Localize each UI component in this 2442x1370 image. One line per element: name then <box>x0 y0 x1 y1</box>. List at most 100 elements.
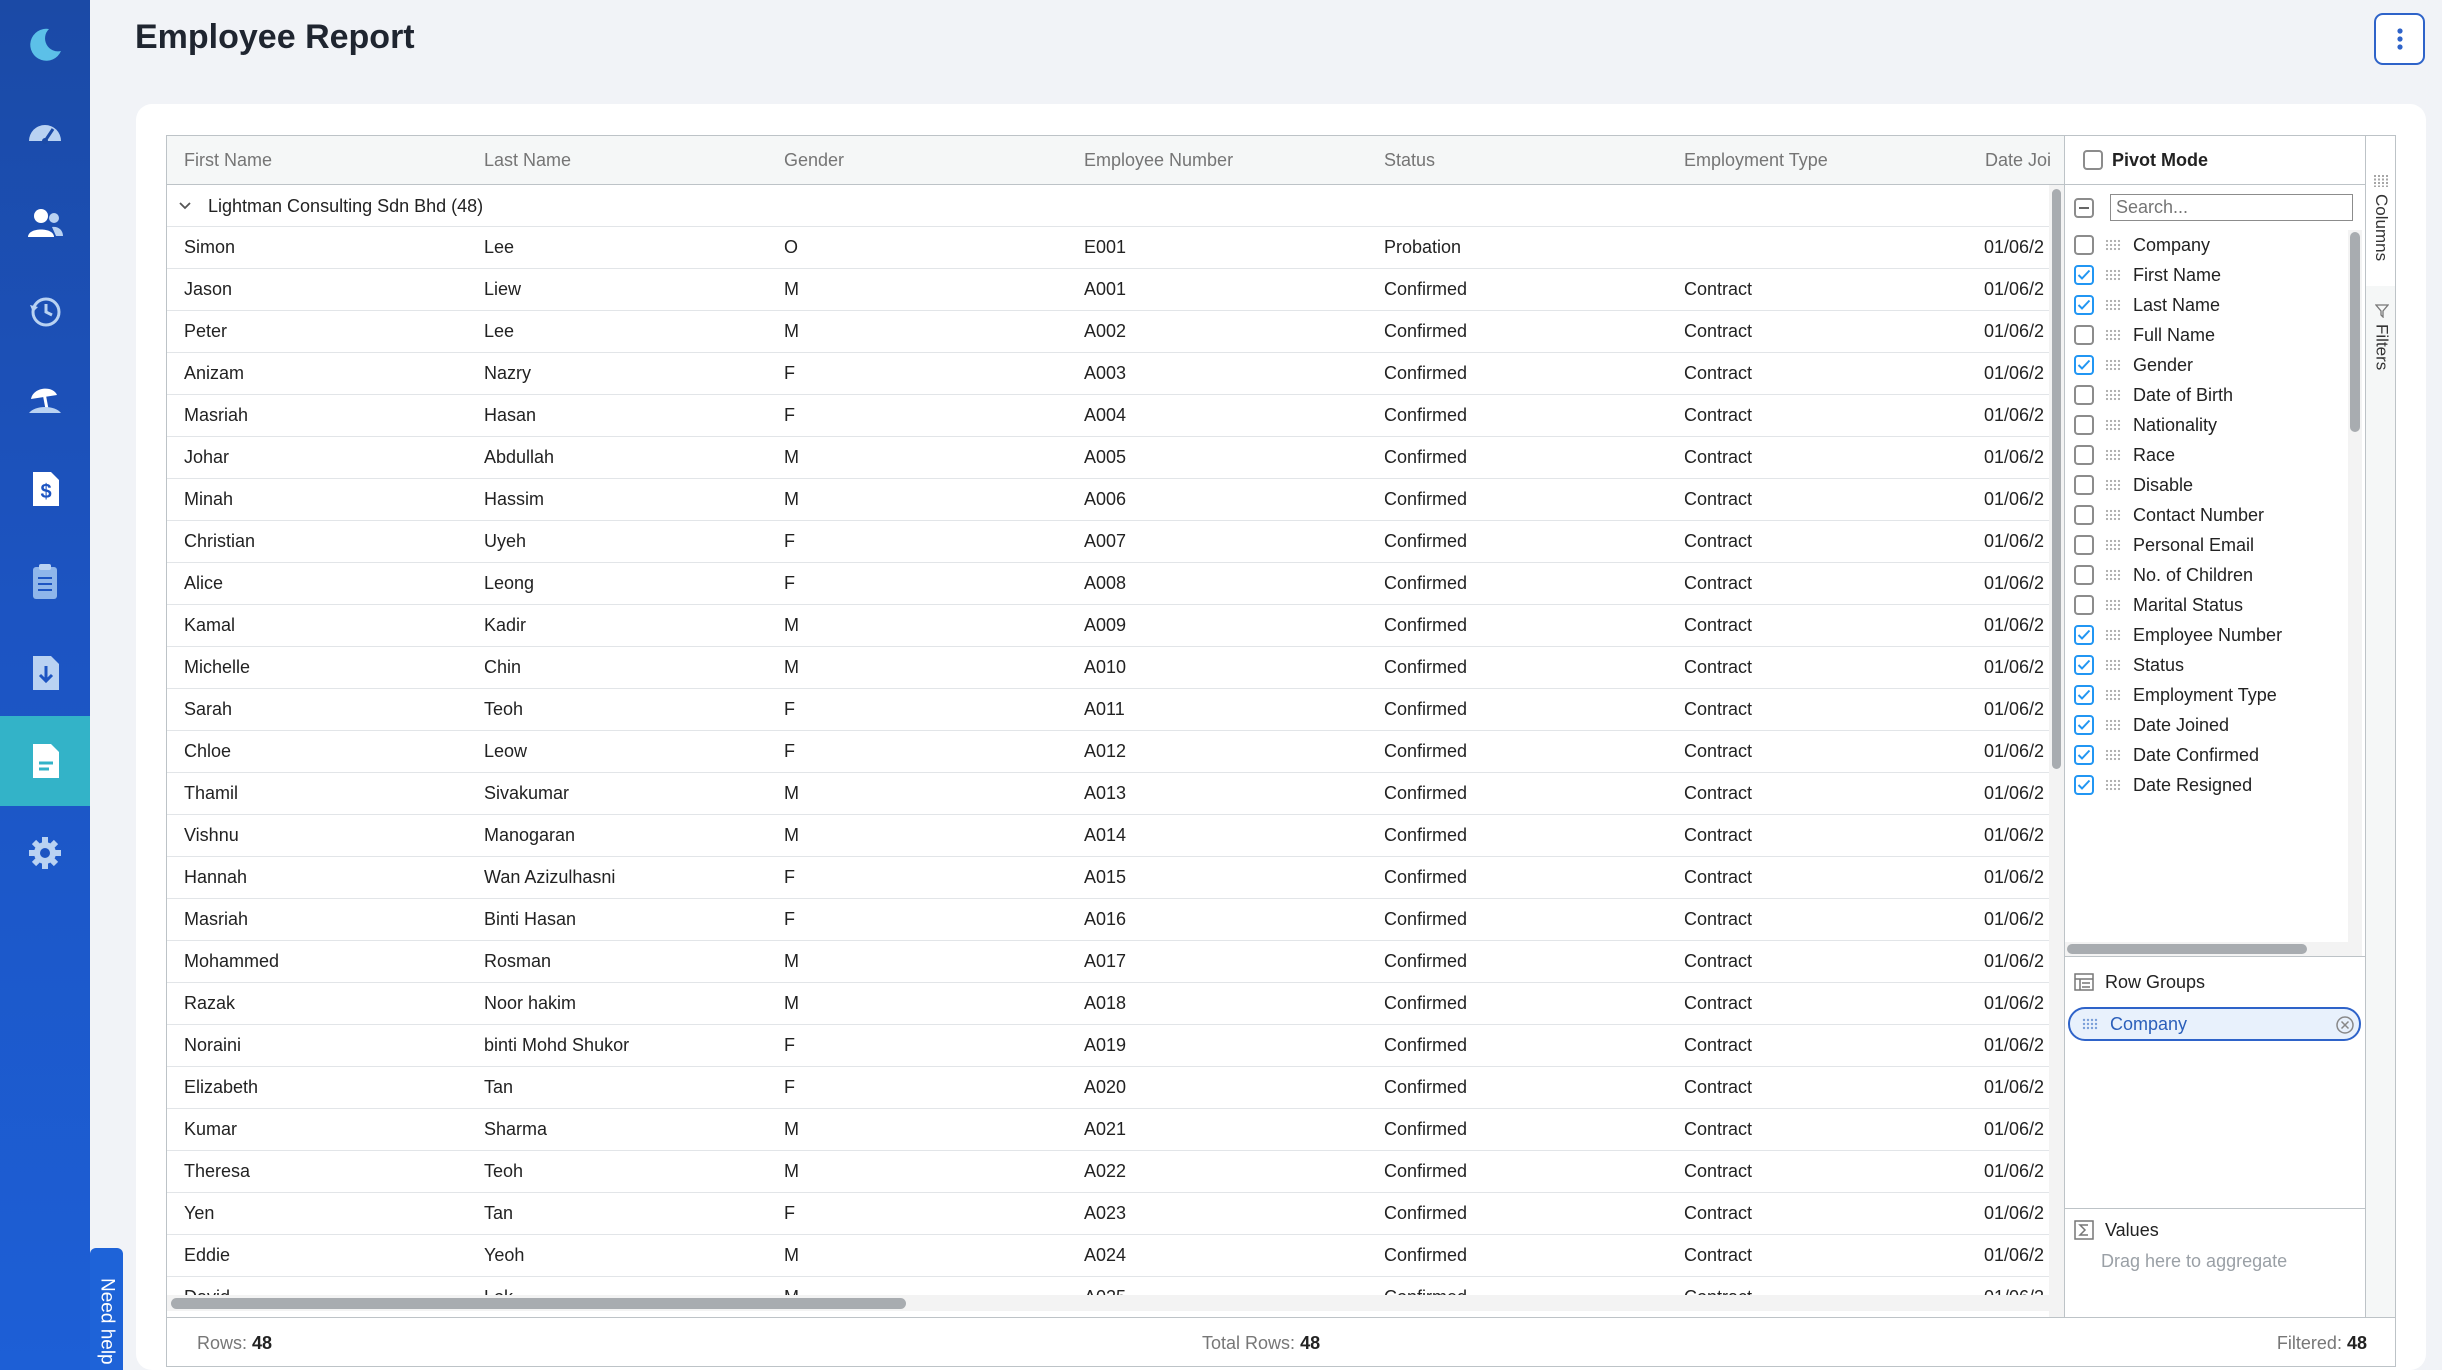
drag-handle-icon[interactable] <box>2082 1017 2098 1031</box>
drag-handle-icon[interactable] <box>2105 325 2121 346</box>
group-row-company[interactable]: Lightman Consulting Sdn Bhd (48) <box>167 185 2049 227</box>
checkbox-unchecked[interactable] <box>2074 445 2094 465</box>
cell-date-joined[interactable]: 01/06/2 <box>1984 815 2049 856</box>
cell-employee-number[interactable]: A004 <box>1084 395 1364 436</box>
cell-employee-number[interactable]: A021 <box>1084 1109 1364 1150</box>
cell-last-name[interactable]: Sivakumar <box>484 773 764 814</box>
cell-employment-type[interactable]: Contract <box>1684 269 1964 310</box>
cell-date-joined[interactable]: 01/06/2 <box>1984 311 2049 352</box>
cell-employee-number[interactable]: A017 <box>1084 941 1364 982</box>
sidebar-item-payroll[interactable]: $ <box>0 444 90 534</box>
column-toggle-item[interactable]: Date Joined <box>2065 710 2348 740</box>
column-list-horizontal-scrollbar[interactable] <box>2065 942 2362 956</box>
cell-employee-number[interactable]: A009 <box>1084 605 1364 646</box>
cell-last-name[interactable]: Binti Hasan <box>484 899 764 940</box>
table-row[interactable]: Peter Lee M A002 Confirmed Contract 01/06/2 <box>167 311 2049 353</box>
cell-status[interactable]: Confirmed <box>1384 647 1664 688</box>
table-row[interactable]: Vishnu Manogaran M A014 Confirmed Contract 01/… <box>167 815 2049 857</box>
cell-status[interactable]: Confirmed <box>1384 563 1664 604</box>
cell-first-name[interactable]: Mohammed <box>184 941 464 982</box>
need-help-tab[interactable]: Need help <box>90 1248 123 1370</box>
checkbox-checked[interactable] <box>2074 295 2094 315</box>
drag-handle-icon[interactable] <box>2105 715 2121 736</box>
table-row[interactable]: Mohammed Rosman M A017 Confirmed Contract 01/0… <box>167 941 2049 983</box>
checkbox-checked[interactable] <box>2074 655 2094 675</box>
cell-employee-number[interactable]: A020 <box>1084 1067 1364 1108</box>
cell-first-name[interactable]: Chloe <box>184 731 464 772</box>
cell-employee-number[interactable]: A015 <box>1084 857 1364 898</box>
cell-employee-number[interactable]: A003 <box>1084 353 1364 394</box>
cell-status[interactable]: Confirmed <box>1384 1025 1664 1066</box>
table-row[interactable]: Noraini binti Mohd Shukor F A019 Confirmed Co… <box>167 1025 2049 1067</box>
cell-gender[interactable]: F <box>784 353 1064 394</box>
cell-date-joined[interactable]: 01/06/2 <box>1984 479 2049 520</box>
cell-last-name[interactable]: Leong <box>484 563 764 604</box>
checkbox-unchecked[interactable] <box>2074 565 2094 585</box>
column-toggle-item[interactable]: Marital Status <box>2065 590 2348 620</box>
tab-filters[interactable]: Filters <box>2366 304 2395 414</box>
checkbox-unchecked[interactable] <box>2074 385 2094 405</box>
cell-date-joined[interactable]: 01/06/2 <box>1984 521 2049 562</box>
cell-gender[interactable]: M <box>784 1235 1064 1276</box>
cell-last-name[interactable]: Tan <box>484 1193 764 1234</box>
cell-first-name[interactable]: Sarah <box>184 689 464 730</box>
cell-status[interactable]: Confirmed <box>1384 731 1664 772</box>
cell-employment-type[interactable]: Contract <box>1684 479 1964 520</box>
sidebar-item-settings[interactable] <box>0 808 90 898</box>
cell-employee-number[interactable]: A018 <box>1084 983 1364 1024</box>
cell-date-joined[interactable]: 01/06/2 <box>1984 689 2049 730</box>
table-row[interactable]: Hannah Wan Azizulhasni F A015 Confirmed Contr… <box>167 857 2049 899</box>
sidebar-item-employees[interactable] <box>0 178 90 268</box>
cell-employee-number[interactable]: A016 <box>1084 899 1364 940</box>
sidebar-item-documents[interactable] <box>0 628 90 718</box>
drag-handle-icon[interactable] <box>2105 685 2121 706</box>
cell-gender[interactable]: F <box>784 1067 1064 1108</box>
cell-status[interactable]: Confirmed <box>1384 941 1664 982</box>
cell-date-joined[interactable]: 01/06/2 <box>1984 605 2049 646</box>
cell-first-name[interactable]: Theresa <box>184 1151 464 1192</box>
cell-gender[interactable]: F <box>784 1193 1064 1234</box>
cell-employee-number[interactable]: A022 <box>1084 1151 1364 1192</box>
cell-gender[interactable]: M <box>784 269 1064 310</box>
sidebar-item-reports[interactable] <box>0 716 90 806</box>
pivot-mode-checkbox[interactable] <box>2083 150 2103 170</box>
cell-date-joined[interactable]: 01/06/2 <box>1984 1151 2049 1192</box>
cell-employment-type[interactable]: Contract <box>1684 563 1964 604</box>
cell-employment-type[interactable]: Contract <box>1684 815 1964 856</box>
cell-first-name[interactable]: Yen <box>184 1193 464 1234</box>
drag-handle-icon[interactable] <box>2105 535 2121 556</box>
cell-first-name[interactable]: Vishnu <box>184 815 464 856</box>
cell-first-name[interactable]: Christian <box>184 521 464 562</box>
cell-gender[interactable]: M <box>784 479 1064 520</box>
table-row[interactable]: Johar Abdullah M A005 Confirmed Contract 01/06… <box>167 437 2049 479</box>
select-all-columns-checkbox[interactable] <box>2074 197 2094 218</box>
cell-gender[interactable]: M <box>784 605 1064 646</box>
cell-first-name[interactable]: Kamal <box>184 605 464 646</box>
cell-first-name[interactable]: Minah <box>184 479 464 520</box>
cell-date-joined[interactable]: 01/06/2 <box>1984 227 2049 268</box>
cell-employee-number[interactable]: A013 <box>1084 773 1364 814</box>
cell-gender[interactable]: M <box>784 1109 1064 1150</box>
checkbox-unchecked[interactable] <box>2074 325 2094 345</box>
cell-date-joined[interactable]: 01/06/2 <box>1984 353 2049 394</box>
drag-handle-icon[interactable] <box>2105 505 2121 526</box>
table-row[interactable]: Chloe Leow F A012 Confirmed Contract 01/06/2 <box>167 731 2049 773</box>
column-header-employee-number[interactable]: Employee Number <box>1084 136 1364 185</box>
column-toggle-item[interactable]: Personal Email <box>2065 530 2348 560</box>
drag-handle-icon[interactable] <box>2105 265 2121 286</box>
sidebar-item-leave[interactable] <box>0 354 90 444</box>
column-header-last-name[interactable]: Last Name <box>484 136 764 185</box>
cell-employment-type[interactable]: Contract <box>1684 773 1964 814</box>
cell-last-name[interactable]: Yeoh <box>484 1235 764 1276</box>
cell-status[interactable]: Confirmed <box>1384 395 1664 436</box>
drag-handle-icon[interactable] <box>2105 475 2121 496</box>
drag-handle-icon[interactable] <box>2105 655 2121 676</box>
pivot-mode-toggle[interactable]: Pivot Mode <box>2065 136 2366 185</box>
cell-status[interactable]: Confirmed <box>1384 899 1664 940</box>
cell-employment-type[interactable] <box>1684 227 1964 268</box>
column-toggle-item[interactable]: Gender <box>2065 350 2348 380</box>
sidebar-item-clipboard[interactable] <box>0 536 90 626</box>
cell-employment-type[interactable]: Contract <box>1684 941 1964 982</box>
cell-status[interactable]: Confirmed <box>1384 1109 1664 1150</box>
cell-first-name[interactable]: Thamil <box>184 773 464 814</box>
